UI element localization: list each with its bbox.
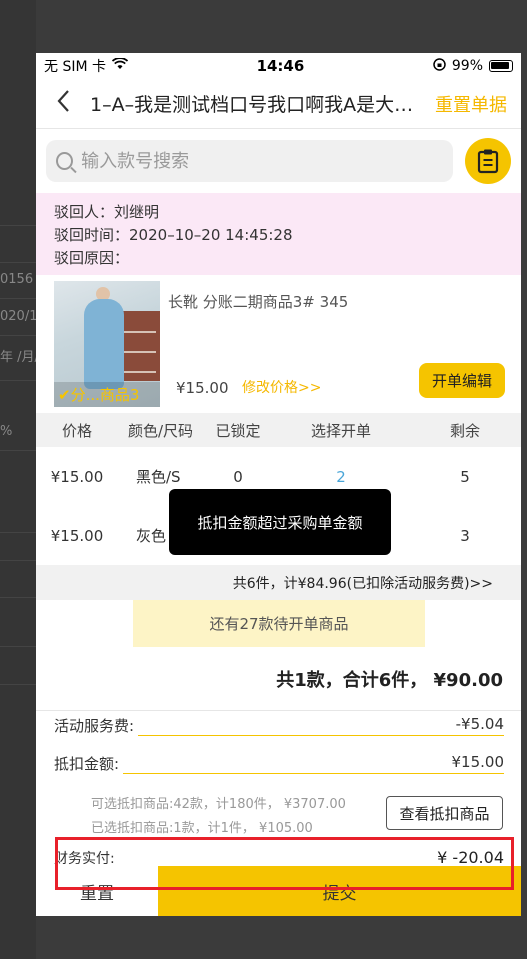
divider <box>0 597 36 598</box>
divider <box>0 298 36 299</box>
reset-order-button[interactable]: 重置单据 <box>435 91 507 117</box>
grand-total: 共1款，合计6件， ¥90.00 <box>36 647 521 711</box>
selected-deduct-info: 已选抵扣商品:1款，计1件， ¥105.00 <box>91 821 313 836</box>
pending-items-button[interactable]: 还有27款待开单商品 <box>133 600 425 647</box>
available-deduct-info: 可选抵扣商品:42款，计180件， ¥3707.00 <box>91 797 346 812</box>
reject-reason-label: 驳回原因： <box>54 249 130 267</box>
page-title: 1–A–我是测试档口号我口啊我A是大傻子 <box>90 94 427 116</box>
search-input[interactable] <box>81 150 443 172</box>
item-summary-link[interactable]: 共6件，计¥84.96(已扣除活动服务费)>> <box>36 565 521 600</box>
column-header: 已锁定 <box>215 421 261 440</box>
carrier-label: 无 SIM 卡 <box>44 59 106 75</box>
deduct-amount-input[interactable]: ¥15.00 <box>123 753 504 774</box>
reject-info-panel: 驳回人：刘继明 驳回时间：2020–10–20 14:45:28 驳回原因： <box>36 193 521 275</box>
table-header: 价格 颜色/尺码 已锁定 选择开单 剩余 <box>36 413 521 447</box>
product-name: 长靴 分账二期商品3# 345 <box>168 293 349 311</box>
row-selected-quantity[interactable]: 2 <box>273 468 409 486</box>
background-side-panel <box>0 0 36 959</box>
reject-time: 2020–10–20 14:45:28 <box>129 226 293 244</box>
divider <box>0 450 36 451</box>
deduct-amount-label: 抵扣金额: <box>54 755 120 773</box>
column-header: 价格 <box>61 421 92 440</box>
clipboard-button[interactable] <box>465 138 511 184</box>
service-fee-row: 活动服务费: -¥5.04 <box>54 715 504 736</box>
divider <box>0 225 36 226</box>
phone-screen: 无 SIM 卡 14:46 99% 1–A–我是测试档口号我口啊我A是大傻子 重… <box>36 53 521 916</box>
divider <box>0 646 36 647</box>
search-icon <box>56 152 74 170</box>
column-header: 选择开单 <box>310 421 371 440</box>
column-header: 颜色/尺码 <box>127 421 194 440</box>
battery-percent: 99% <box>451 58 483 74</box>
wifi-icon <box>111 57 129 74</box>
divider <box>0 560 36 561</box>
clock: 14:46 <box>256 57 305 75</box>
background-text: % <box>0 424 13 439</box>
back-chevron-icon[interactable] <box>56 89 84 118</box>
search-row <box>36 129 521 193</box>
row-price: ¥15.00 <box>50 526 104 545</box>
row-price: ¥15.00 <box>50 467 104 486</box>
service-fee-label: 活动服务费: <box>54 717 135 735</box>
divider <box>0 380 36 381</box>
product-image[interactable]: ✔分...商品3 <box>54 281 160 407</box>
divider <box>0 532 36 533</box>
order-edit-button[interactable]: 开单编辑 <box>418 363 505 398</box>
divider <box>0 335 36 336</box>
search-box[interactable] <box>46 140 453 182</box>
toast-message: 抵扣金额超过采购单金额 <box>169 489 391 555</box>
service-fee-value: -¥5.04 <box>138 715 504 736</box>
orientation-lock-icon <box>433 57 446 75</box>
product-image-tag: ✔分...商品3 <box>54 382 160 407</box>
divider <box>0 262 36 263</box>
column-header: 剩余 <box>449 421 480 440</box>
divider <box>0 684 36 685</box>
highlight-box <box>55 837 514 890</box>
background-text: 020/1 <box>0 309 38 324</box>
product-price: ¥15.00 <box>176 379 229 397</box>
battery-icon <box>489 60 513 72</box>
modify-price-link[interactable]: 修改价格>> <box>242 377 321 397</box>
product-info: 长靴 分账二期商品3# 345 ¥15.00 修改价格>> 开单编辑 <box>160 281 505 413</box>
reject-person-label: 驳回人： <box>54 203 115 221</box>
status-bar: 无 SIM 卡 14:46 99% <box>36 53 521 79</box>
reject-person: 刘继明 <box>114 203 160 221</box>
deduct-amount-row: 抵扣金额: ¥15.00 <box>54 753 504 774</box>
view-deduct-items-button[interactable]: 查看抵扣商品 <box>386 796 503 830</box>
navigation-bar: 1–A–我是测试档口号我口啊我A是大傻子 重置单据 <box>36 79 521 129</box>
row-remaining: 5 <box>460 467 470 486</box>
background-text: 年 /月/ <box>0 350 39 365</box>
row-remaining: 3 <box>460 526 470 545</box>
row-locked: 0 <box>233 467 243 486</box>
clipboard-icon <box>477 149 499 174</box>
row-variant: 黑色/S <box>136 468 181 486</box>
product-card: ✔分...商品3 长靴 分账二期商品3# 345 ¥15.00 修改价格>> 开… <box>36 275 521 413</box>
reject-time-label: 驳回时间： <box>54 226 130 244</box>
background-text: 0156 <box>0 272 34 287</box>
